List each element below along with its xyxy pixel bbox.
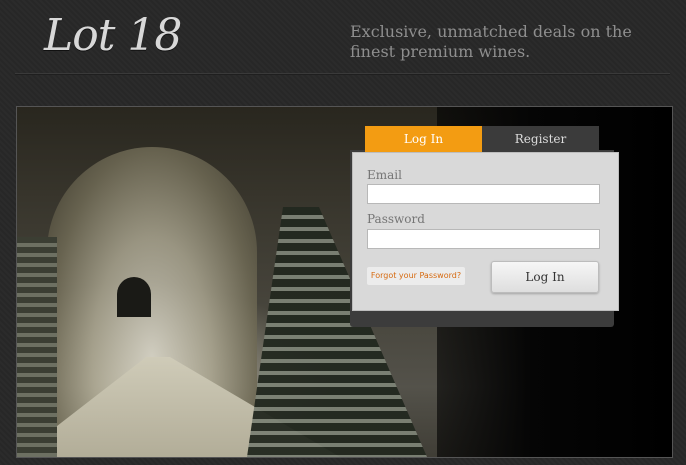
login-panel: Email Password Forgot your Password? Log… bbox=[352, 152, 619, 311]
tab-register[interactable]: Register bbox=[482, 126, 599, 152]
email-label: Email bbox=[367, 168, 402, 182]
email-field[interactable] bbox=[367, 184, 600, 204]
password-label: Password bbox=[367, 212, 425, 226]
log-in-button[interactable]: Log In bbox=[491, 261, 599, 293]
cellar-tunnel-end bbox=[117, 277, 151, 317]
password-field[interactable] bbox=[367, 229, 600, 249]
auth-tabs: Log In Register bbox=[365, 126, 599, 152]
header-divider bbox=[15, 73, 670, 75]
site-header: Lot 18 Exclusive, unmatched deals on the… bbox=[0, 0, 686, 80]
site-logo[interactable]: Lot 18 bbox=[44, 10, 182, 61]
tagline: Exclusive, unmatched deals on the finest… bbox=[350, 22, 632, 61]
tab-log-in[interactable]: Log In bbox=[365, 126, 482, 152]
forgot-password-link[interactable]: Forgot your Password? bbox=[367, 267, 465, 285]
bottle-rack-left bbox=[17, 237, 57, 457]
